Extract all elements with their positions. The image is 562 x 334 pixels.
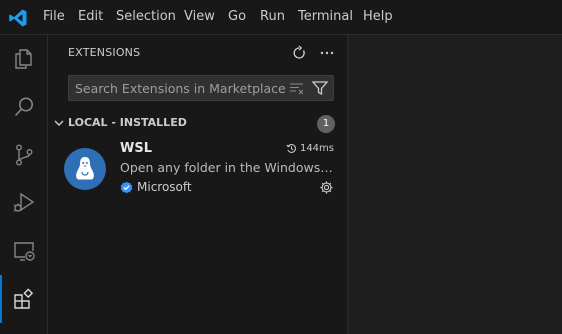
publisher-name: Microsoft	[137, 180, 192, 194]
search-icon	[14, 97, 33, 117]
menu-edit[interactable]: Edit	[78, 9, 103, 24]
activation-time: 144ms	[286, 143, 334, 154]
explorer-icon	[15, 49, 32, 69]
menu-run[interactable]: Run	[260, 9, 285, 24]
manage-gear-icon[interactable]	[319, 180, 334, 195]
activity-remote-explorer[interactable]	[0, 227, 48, 275]
extensions-search-box	[68, 75, 334, 101]
menu-view[interactable]: View	[184, 9, 215, 24]
menu-selection[interactable]: Selection	[116, 9, 176, 24]
activity-source-control[interactable]	[0, 131, 48, 179]
extension-description: Open any folder in the Windows Subsystem…	[120, 160, 336, 175]
extensions-sidebar: EXTENSIONS LOCAL - INSTALLED 1	[48, 35, 348, 334]
run-debug-icon	[13, 192, 35, 212]
count-badge: 1	[317, 115, 335, 133]
sidebar-title: EXTENSIONS	[68, 46, 141, 59]
editor-area	[348, 35, 562, 334]
activity-explorer[interactable]	[0, 35, 48, 83]
wsl-extension-icon	[64, 148, 106, 190]
chevron-down-icon	[54, 120, 64, 126]
title-bar: File Edit Selection View Go Run Terminal…	[0, 0, 562, 35]
linux-penguin-icon	[76, 157, 94, 180]
search-input[interactable]	[75, 79, 285, 97]
activation-time-label: 144ms	[299, 143, 334, 154]
menu-help[interactable]: Help	[363, 9, 393, 24]
activity-extensions[interactable]	[0, 275, 48, 323]
refresh-button[interactable]	[289, 43, 309, 63]
more-actions-button[interactable]	[317, 43, 337, 63]
activity-search[interactable]	[0, 83, 48, 131]
remote-explorer-icon	[14, 242, 35, 261]
menu-terminal[interactable]: Terminal	[298, 9, 353, 24]
extension-name: WSL	[120, 141, 152, 156]
filter-icon[interactable]	[311, 79, 329, 97]
menu-file[interactable]: File	[43, 9, 65, 24]
vscode-logo-icon	[9, 9, 27, 27]
source-control-icon	[15, 144, 33, 166]
extensions-icon	[14, 288, 34, 309]
activity-run-debug[interactable]	[0, 179, 48, 227]
ellipsis-icon	[320, 51, 334, 55]
refresh-icon	[293, 45, 305, 59]
activity-bar	[0, 35, 48, 334]
history-icon	[286, 144, 296, 153]
section-local-installed[interactable]: LOCAL - INSTALLED 1	[48, 113, 347, 135]
clear-filter-icon[interactable]	[289, 80, 305, 96]
extension-list-item[interactable]: WSL 144ms Open any folder in the Windows…	[48, 139, 347, 199]
verified-publisher-icon	[120, 181, 133, 193]
section-label: LOCAL - INSTALLED	[68, 116, 187, 129]
extension-publisher[interactable]: Microsoft	[120, 180, 192, 194]
menu-go[interactable]: Go	[228, 9, 246, 24]
